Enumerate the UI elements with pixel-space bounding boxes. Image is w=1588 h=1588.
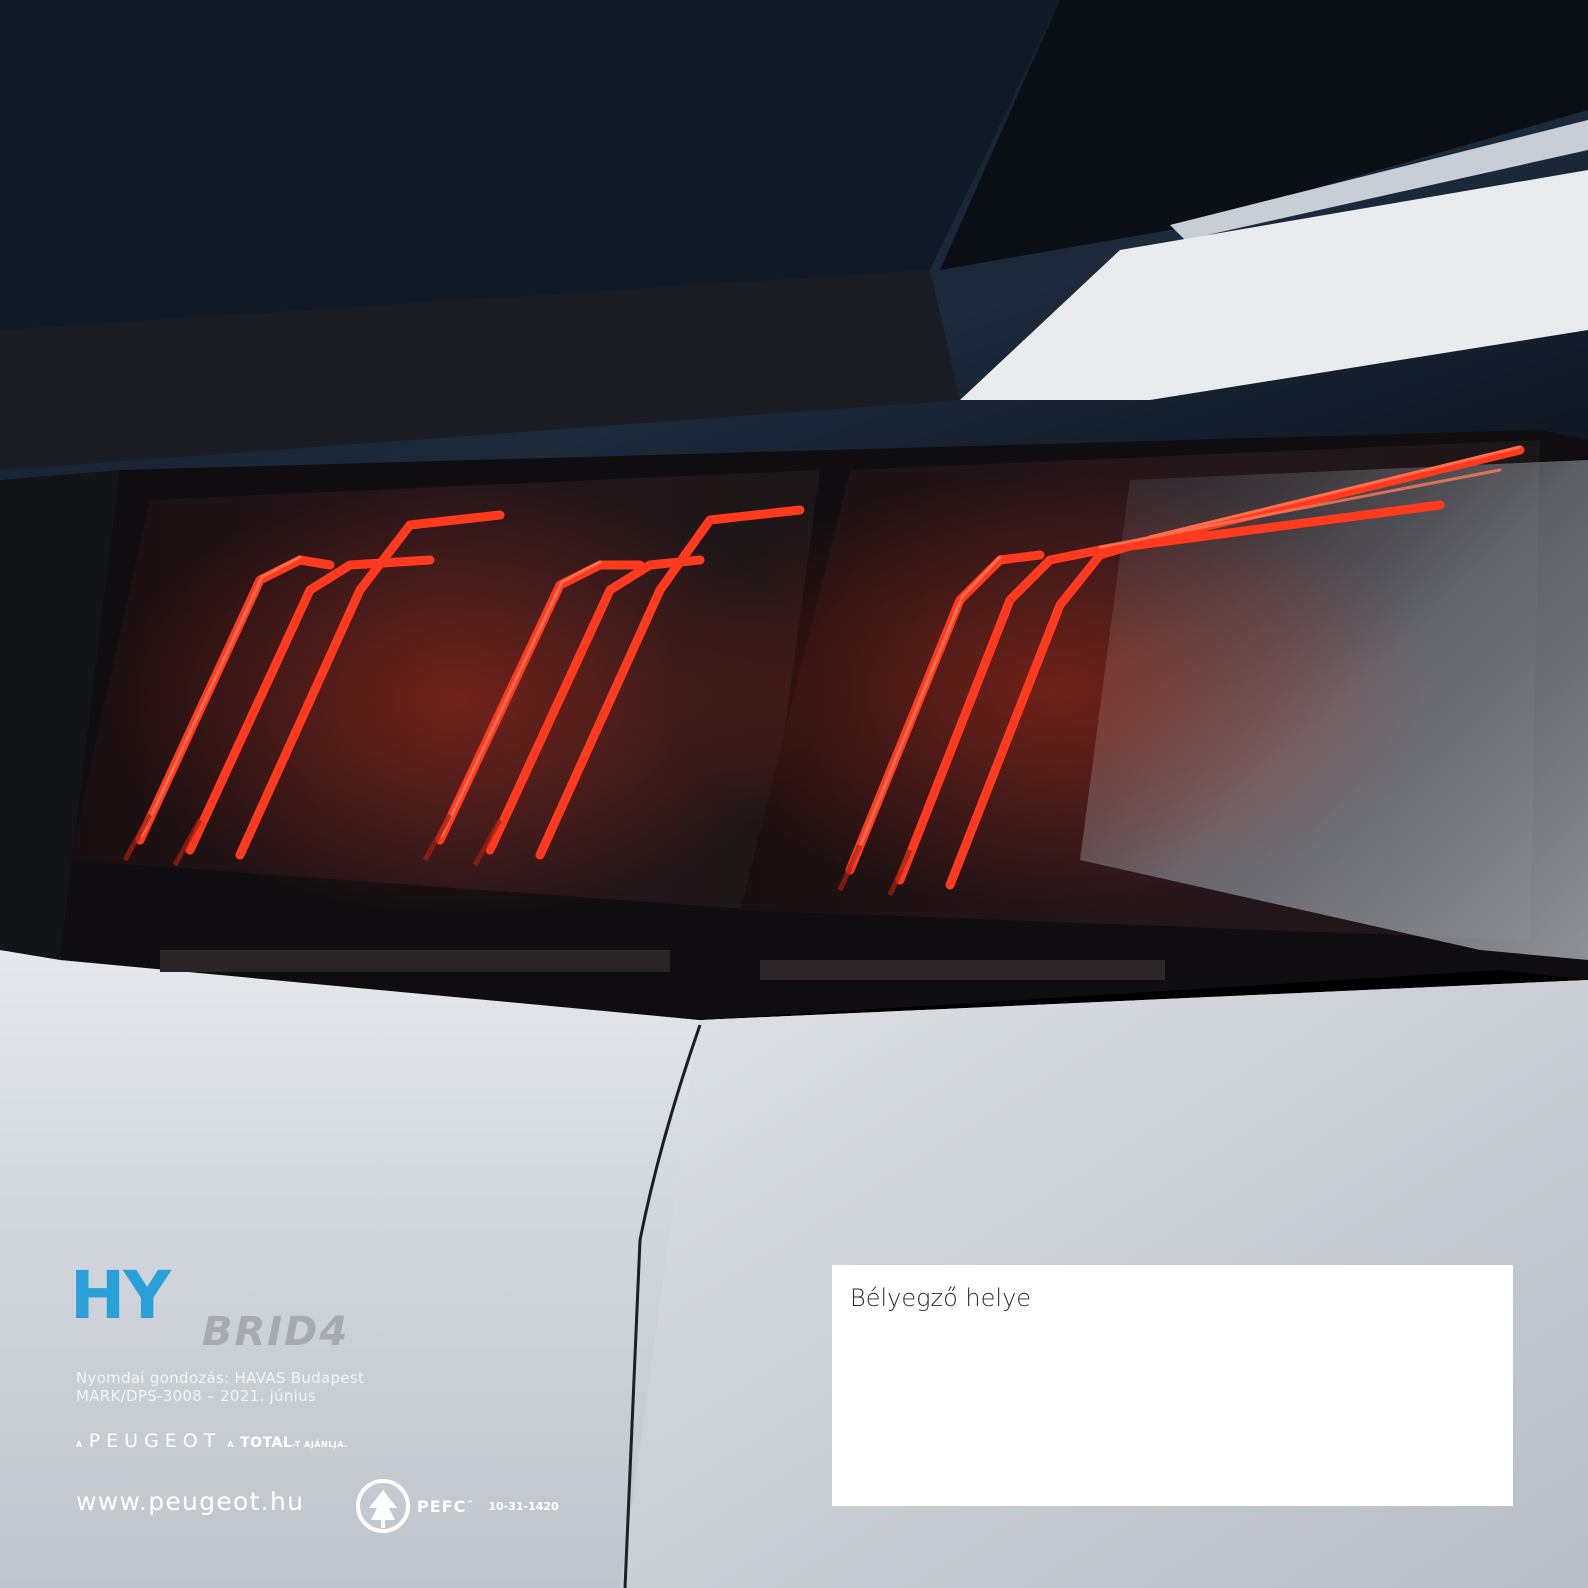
brochure-back-page: HY BRID4 Nyomdai gondozás: HAVAS Budapes… [0,0,1588,1588]
recommend-prefix: A [76,1440,83,1449]
pefc-certification: PEFC™ 10-31-1420 [355,1478,559,1534]
print-info: Nyomdai gondozás: HAVAS Budapest MARK/DP… [76,1369,364,1405]
website-link[interactable]: www.peugeot.hu [76,1487,304,1516]
stamp-label: Bélyegző helye [850,1284,1032,1312]
recommend-middle: A [227,1440,235,1449]
total-wordmark: TOTAL [240,1435,293,1451]
recommend-suffix: -T AJÁNLJA. [292,1440,348,1449]
print-info-line-1: Nyomdai gondozás: HAVAS Budapest [76,1369,365,1387]
peugeot-total-recommendation: A PEUGEOT A TOTAL-T AJÁNLJA. [76,1430,348,1452]
stamp-area: Bélyegző helye [832,1265,1513,1506]
peugeot-wordmark: PEUGEOT [88,1430,222,1452]
hybrid4-badge: HY BRID4 [70,1257,349,1355]
pefc-name: PEFC™ [417,1496,475,1516]
pefc-code: 10-31-1420 [488,1499,559,1513]
pefc-tree-icon [356,1479,410,1533]
svg-text:HY: HY [70,1257,172,1334]
print-info-line-2: MARK/DPS-3008 – 2021. június [76,1387,317,1405]
svg-text:BRID4: BRID4 [202,1309,349,1355]
